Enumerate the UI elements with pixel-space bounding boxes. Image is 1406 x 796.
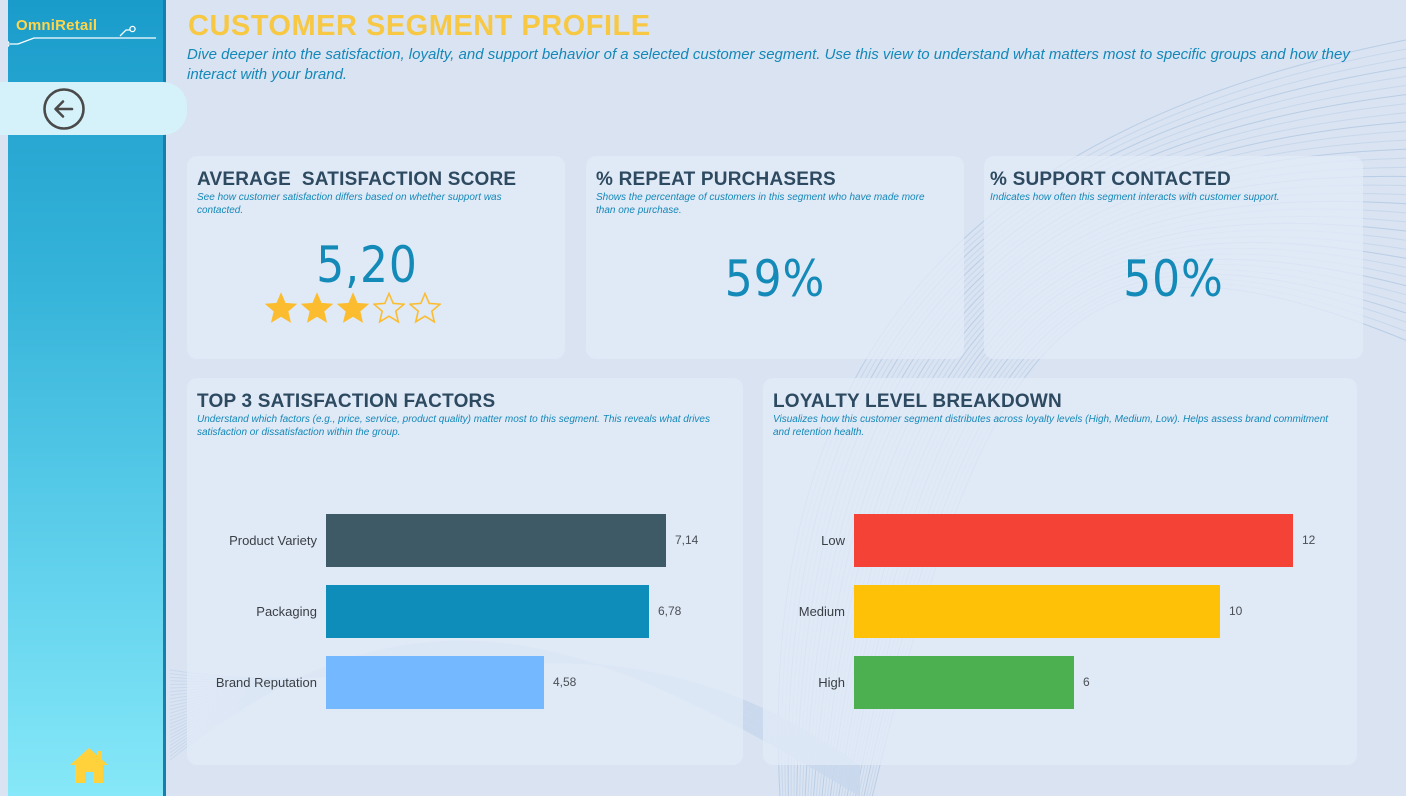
card-description: See how customer satisfaction differs ba… [197,192,502,216]
loyalty-value-label: 6 [1083,675,1090,689]
star-empty-icon [373,292,405,324]
loyalty-breakdown-card: LOYALTY LEVEL BREAKDOWN Visualizes how t… [763,378,1357,765]
page-subtitle: Dive deeper into the satisfaction, loyal… [187,46,1350,83]
factor-category-label: Brand Reputation [215,675,317,690]
satisfaction-score-value: 5,20 [316,236,418,294]
card-title: % SUPPORT CONTACTED [990,169,1231,190]
factor-value-label: 4,58 [553,675,577,689]
home-icon[interactable] [68,744,110,786]
star-filled-icon [265,292,297,323]
loyalty-category-label: High [818,675,845,690]
star-filled-icon [337,292,369,323]
card-description: Visualizes how this customer segment dis… [773,414,1329,438]
card-title: AVERAGE SATISFACTION SCORE [197,169,517,190]
card-title: TOP 3 SATISFACTION FACTORS [197,391,496,412]
loyalty-category-label: Low [821,533,845,548]
card-title: % REPEAT PURCHASERS [596,169,836,190]
app-logo: OmniRetail [16,17,98,34]
repeat-purchasers-card: % REPEAT PURCHASERS Shows the percentage… [586,156,964,359]
loyalty-bar[interactable] [854,514,1293,567]
factor-bar[interactable] [326,585,649,638]
star-filled-icon [301,292,333,323]
card-description: Shows the percentage of customers in thi… [596,192,925,216]
card-description: Understand which factors (e.g., price, s… [197,414,710,438]
back-arrow-icon [43,87,85,130]
back-button[interactable] [0,82,187,135]
loyalty-value-label: 12 [1302,533,1316,547]
factor-value-label: 7,14 [675,533,699,547]
loyalty-bar[interactable] [854,585,1220,638]
card-title: LOYALTY LEVEL BREAKDOWN [773,391,1062,412]
sidebar: OmniRetail [0,0,187,796]
factor-bar[interactable] [326,656,544,709]
card-description: Indicates how often this segment interac… [990,192,1280,203]
loyalty-bar[interactable] [854,656,1074,709]
star-empty-icon [409,292,441,324]
support-contacted-card: % SUPPORT CONTACTED Indicates how often … [984,156,1363,359]
repeat-purchasers-value: 59% [724,250,826,308]
page-title: CUSTOMER SEGMENT PROFILE [188,10,651,42]
support-contacted-value: 50% [1123,250,1224,308]
satisfaction-factors-card: TOP 3 SATISFACTION FACTORS Understand wh… [187,378,743,765]
factor-category-label: Product Variety [229,533,317,548]
factor-bar[interactable] [326,514,666,567]
loyalty-value-label: 10 [1229,604,1243,618]
satisfaction-score-card: AVERAGE SATISFACTION SCORE See how custo… [187,156,565,359]
factor-value-label: 6,78 [658,604,682,618]
factor-category-label: Packaging [256,604,317,619]
star-rating [265,292,441,324]
loyalty-category-label: Medium [798,604,845,619]
